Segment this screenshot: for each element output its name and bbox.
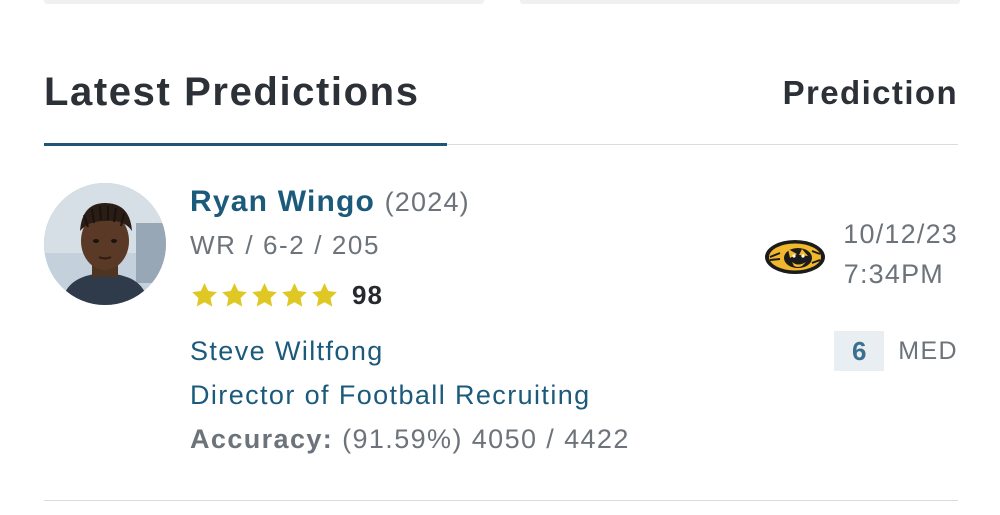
accuracy-label: Accuracy: <box>190 424 334 454</box>
star-icon <box>192 283 217 307</box>
prediction-date: 10/12/23 <box>843 219 958 249</box>
star-icon <box>252 283 277 307</box>
prediction-time: 7:34PM <box>843 259 944 289</box>
confidence-indicator: 6 MED <box>834 331 958 371</box>
player-rating: 98 <box>352 280 383 310</box>
prediction-row[interactable]: Ryan Wingo (2024) WR / 6-2 / 205 98 Stev… <box>44 146 958 501</box>
player-name-link[interactable]: Ryan Wingo (2024) <box>190 185 470 219</box>
expert-accuracy: Accuracy: (91.59%) 4050 / 4422 <box>190 424 630 455</box>
player-name[interactable]: Ryan Wingo <box>190 185 375 218</box>
prediction-column-label: Prediction <box>782 74 958 111</box>
star-icon <box>312 283 337 307</box>
previous-card-left <box>44 0 484 4</box>
confidence-score: 6 <box>834 331 885 371</box>
section-title: Latest Predictions <box>44 70 420 114</box>
row-divider <box>44 500 958 501</box>
player-position-size: WR / 6-2 / 205 <box>190 230 381 260</box>
star-icon <box>222 283 247 307</box>
star-icon <box>282 283 307 307</box>
star-rating: 98 <box>190 280 383 311</box>
player-avatar[interactable] <box>44 183 166 305</box>
expert-name-link[interactable]: Steve Wiltfong <box>190 336 384 367</box>
confidence-level: MED <box>898 336 958 365</box>
tiger-logo-icon[interactable] <box>764 238 826 276</box>
previous-card-right <box>520 0 960 4</box>
accuracy-value: (91.59%) 4050 / 4422 <box>342 424 630 454</box>
expert-title: Director of Football Recruiting <box>190 380 591 410</box>
predictions-header: Latest Predictions Prediction <box>44 62 958 146</box>
player-class-year: (2024) <box>384 187 470 217</box>
